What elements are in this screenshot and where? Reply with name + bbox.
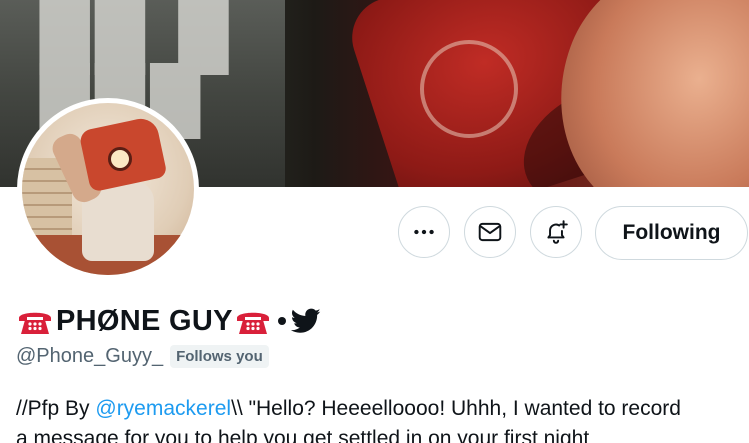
bell-plus-icon	[547, 220, 568, 244]
notifications-button[interactable]	[530, 206, 582, 258]
avatar-robot-eye	[108, 147, 132, 171]
bio-line-1: //Pfp By @ryemackerel\\ "Hello? Heeeello…	[16, 394, 749, 424]
display-name: PHØNE GUY	[56, 305, 233, 337]
message-button[interactable]	[464, 206, 516, 258]
following-button[interactable]: Following	[595, 206, 748, 260]
handle-row: @Phone_Guyy_ Follows you	[16, 342, 269, 370]
bio-line1-rest: \\ "Hello? Heeeelloooo! Uhhh, I wanted t…	[231, 397, 681, 420]
more-button[interactable]	[398, 206, 450, 258]
bio-line-2: a message for you to help you get settle…	[16, 427, 590, 443]
separator-dot	[277, 317, 286, 325]
mail-icon	[478, 222, 502, 242]
avatar-image	[22, 103, 194, 275]
follows-you-badge: Follows you	[170, 344, 269, 368]
user-handle: @Phone_Guyy_	[16, 344, 164, 367]
avatar[interactable]	[17, 98, 199, 280]
more-icon	[414, 229, 434, 235]
bio-mention-link[interactable]: @ryemackerel	[95, 397, 231, 420]
telephone-icon	[236, 312, 269, 334]
profile-page: ██ ████	[0, 0, 749, 443]
name-row: PHØNE GUY	[16, 302, 321, 340]
telephone-icon	[19, 312, 51, 334]
profile-bio: //Pfp By @ryemackerel\\ "Hello? Heeeello…	[16, 394, 749, 443]
bio-prefix: //Pfp By	[16, 397, 96, 420]
twitter-bird-icon	[290, 308, 321, 333]
banner-phone-dial	[420, 40, 518, 138]
